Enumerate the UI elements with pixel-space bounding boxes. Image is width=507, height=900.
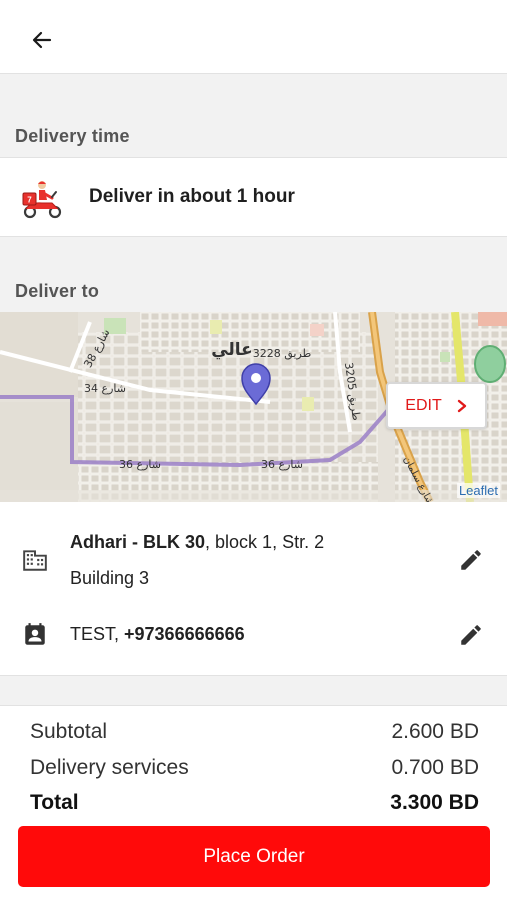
chevron-right-icon <box>457 399 466 412</box>
subtotal-label: Subtotal <box>30 720 108 743</box>
delivery-time-row: 7 Deliver in about 1 hour <box>0 157 507 237</box>
delivery-time-heading: Delivery time <box>15 126 130 146</box>
total-value: 3.300 BD <box>390 791 479 814</box>
back-button[interactable] <box>24 22 60 58</box>
summary-divider-band <box>0 676 507 705</box>
map-label-area: عالي <box>211 340 253 360</box>
delivery-services-value: 0.700 BD <box>391 756 479 779</box>
contact-line: TEST, +97366666666 <box>70 624 245 645</box>
edit-address-pencil-icon[interactable] <box>458 547 484 573</box>
map-attribution[interactable]: Leaflet <box>456 483 500 498</box>
contact-name: TEST, <box>70 624 125 644</box>
delivery-services-row: Delivery services 0.700 BD <box>30 756 479 780</box>
delivery-scooter-icon: 7 <box>22 181 62 219</box>
total-label: Total <box>30 791 79 814</box>
address-name: Adhari - BLK 30 <box>70 532 206 552</box>
place-order-button[interactable]: Place Order <box>18 826 490 887</box>
deliver-to-band: Deliver to <box>0 237 507 312</box>
address-details: , block 1, Str. 2 <box>205 532 325 552</box>
arrow-left-icon <box>32 31 52 49</box>
subtotal-value: 2.600 BD <box>391 720 479 743</box>
subtotal-row: Subtotal 2.600 BD <box>30 720 479 744</box>
address-card: Adhari - BLK 30, block 1, Str. 2 Buildin… <box>0 502 507 676</box>
delivery-time-band: Delivery time <box>0 74 507 157</box>
app-header <box>0 0 507 74</box>
delivery-services-label: Delivery services <box>30 756 189 779</box>
edit-contact-pencil-icon[interactable] <box>458 622 484 648</box>
deliver-to-heading: Deliver to <box>15 281 100 301</box>
edit-label: EDIT <box>405 396 442 414</box>
delivery-time-text: Deliver in about 1 hour <box>89 186 295 207</box>
contact-card-icon <box>25 623 45 645</box>
address-line-1: Adhari - BLK 30, block 1, Str. 2 <box>70 532 324 553</box>
svg-text:7: 7 <box>27 196 32 205</box>
map-label-road-3228: طريق 3228 <box>253 347 312 361</box>
map-label-street-34: شارع 34 <box>84 382 126 395</box>
contact-phone: +97366666666 <box>124 624 245 644</box>
map-label-street-36b: شارع 36 <box>261 458 303 471</box>
address-line-2: Building 3 <box>70 568 150 588</box>
building-icon <box>23 550 47 571</box>
map-label-street-36a: شارع 36 <box>119 458 161 471</box>
total-row: Total 3.300 BD <box>30 791 479 815</box>
edit-location-button[interactable]: EDIT <box>386 382 487 429</box>
